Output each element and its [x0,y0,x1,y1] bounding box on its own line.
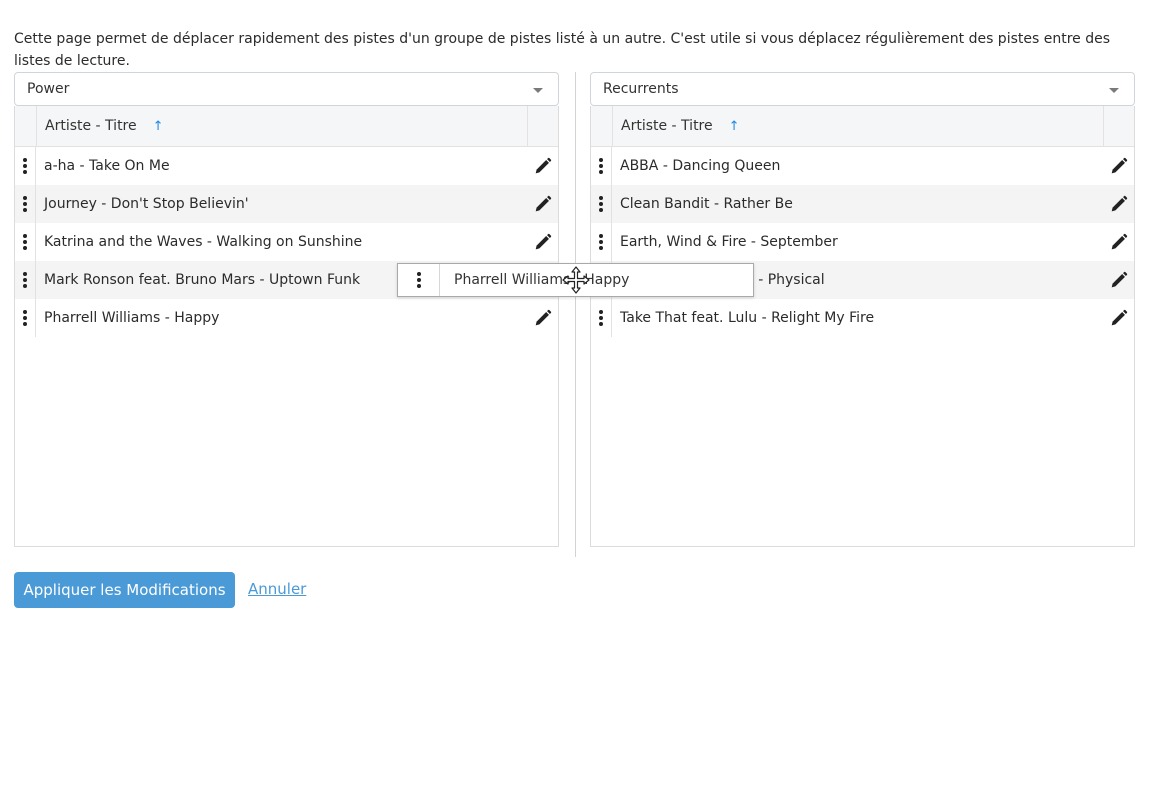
right-group-select[interactable]: Recurrents [590,72,1135,106]
vertical-dots-icon[interactable] [591,185,612,223]
artist-title-column-header[interactable]: Artiste - Titre ↑ [37,106,528,146]
track-title: Earth, Wind & Fire - September [620,234,838,250]
pencil-icon[interactable] [528,233,558,251]
pencil-icon[interactable] [528,309,558,327]
column-header-label: Artiste - Titre [621,118,713,134]
move-cursor-icon [562,266,590,294]
table-row[interactable]: ABBA - Dancing Queen [591,147,1134,185]
apply-changes-button[interactable]: Appliquer les Modifications [14,572,235,608]
chevron-down-icon [1109,88,1119,93]
sort-ascending-icon[interactable]: ↑ [729,119,740,134]
track-title: Take That feat. Lulu - Relight My Fire [620,310,875,326]
table-row[interactable]: Pharrell Williams - Happy [15,299,558,337]
track-title: ABBA - Dancing Queen [620,158,781,174]
sort-ascending-icon[interactable]: ↑ [153,119,164,134]
artist-title-column-header[interactable]: Artiste - Titre ↑ [613,106,1104,146]
table-row[interactable]: Earth, Wind & Fire - September [591,223,1134,261]
track-title: Journey - Don't Stop Believin' [44,196,249,212]
column-header-label: Artiste - Titre [45,118,137,134]
vertical-dots-icon[interactable] [15,261,36,299]
panel-divider [575,72,576,557]
vertical-dots-icon[interactable] [15,299,36,337]
pencil-icon[interactable] [1104,233,1134,251]
left-group-select[interactable]: Power [14,72,559,106]
right-track-grid: Artiste - Titre ↑ ABBA - Dancing Queen C… [590,106,1135,547]
track-title: a-ha - Take On Me [44,158,170,174]
table-row[interactable]: Katrina and the Waves - Walking on Sunsh… [15,223,558,261]
left-grid-header: Artiste - Titre ↑ [15,106,558,147]
right-panel: Recurrents Artiste - Titre ↑ ABBA - Danc… [590,72,1135,547]
vertical-dots-icon[interactable] [591,223,612,261]
handle-column-header [591,106,613,146]
pencil-icon[interactable] [1104,271,1134,289]
table-row[interactable]: Clean Bandit - Rather Be [591,185,1134,223]
left-panel: Power Artiste - Titre ↑ a-ha - Take On M… [14,72,559,547]
chevron-down-icon [533,88,543,93]
cancel-link[interactable]: Annuler [248,580,306,598]
pencil-icon[interactable] [1104,157,1134,175]
pencil-icon[interactable] [528,195,558,213]
right-group-select-value: Recurrents [603,81,679,97]
left-track-grid: Artiste - Titre ↑ a-ha - Take On Me Jour… [14,106,559,547]
vertical-dots-icon[interactable] [15,147,36,185]
edit-column-header [1104,106,1134,146]
table-row[interactable]: Take That feat. Lulu - Relight My Fire [591,299,1134,337]
track-title: Katrina and the Waves - Walking on Sunsh… [44,234,363,250]
pencil-icon[interactable] [1104,309,1134,327]
vertical-dots-icon[interactable] [15,223,36,261]
vertical-dots-icon[interactable] [15,185,36,223]
edit-column-header [528,106,558,146]
vertical-dots-icon[interactable] [398,264,440,296]
track-title: Pharrell Williams - Happy [44,310,220,326]
drag-ghost-title: Pharrell Williams - Happy [454,272,630,288]
table-row[interactable]: Journey - Don't Stop Believin' [15,185,558,223]
track-title: Clean Bandit - Rather Be [620,196,793,212]
vertical-dots-icon[interactable] [591,147,612,185]
handle-column-header [15,106,37,146]
pencil-icon[interactable] [1104,195,1134,213]
vertical-dots-icon[interactable] [591,299,612,337]
pencil-icon[interactable] [528,157,558,175]
table-row[interactable]: a-ha - Take On Me [15,147,558,185]
left-group-select-value: Power [27,81,70,97]
right-grid-header: Artiste - Titre ↑ [591,106,1134,147]
intro-text: Cette page permet de déplacer rapidement… [14,31,1111,69]
